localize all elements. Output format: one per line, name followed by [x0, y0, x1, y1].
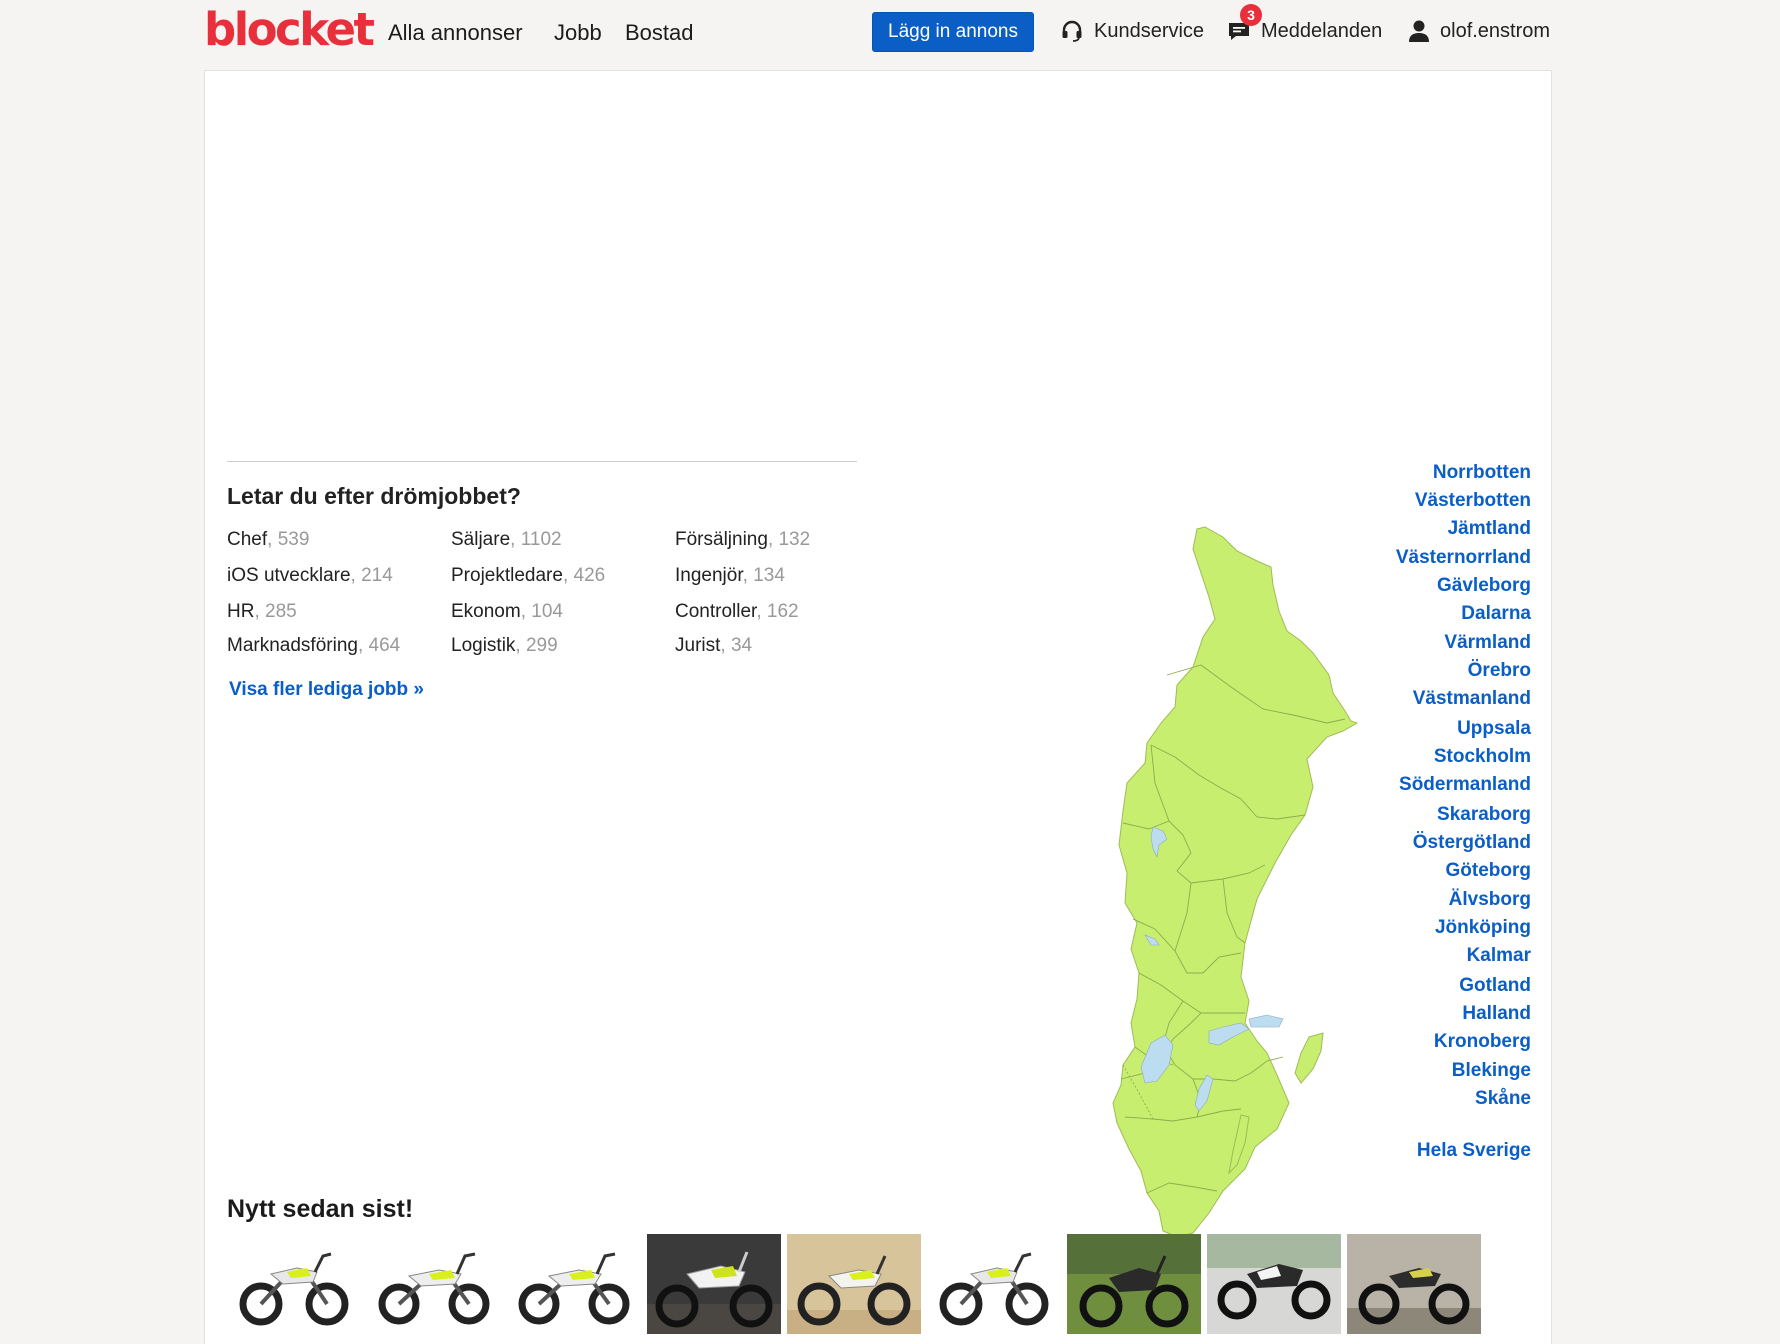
nav-bostad[interactable]: Bostad: [625, 18, 694, 48]
nav-alla-annonser[interactable]: Alla annonser: [388, 18, 523, 48]
region-link[interactable]: Örebro: [1468, 659, 1531, 683]
ad-thumbnail[interactable]: [227, 1234, 361, 1334]
job-link[interactable]: Projektledare: [451, 565, 563, 586]
more-jobs-link[interactable]: Visa fler lediga jobb »: [229, 677, 424, 703]
motorcycle-icon: [927, 1234, 1061, 1334]
job-count: , 162: [756, 601, 799, 622]
job-count: , 464: [357, 635, 401, 656]
post-ad-button[interactable]: Lägg in annons: [872, 12, 1034, 52]
region-link[interactable]: Östergötland: [1413, 831, 1531, 855]
region-link[interactable]: Halland: [1462, 1002, 1531, 1026]
job-link[interactable]: Ekonom: [451, 601, 521, 622]
region-link[interactable]: Uppsala: [1457, 717, 1531, 741]
user-icon: [1409, 20, 1429, 42]
region-link[interactable]: Kronoberg: [1434, 1030, 1531, 1054]
job-link[interactable]: Logistik: [451, 635, 515, 656]
job-count: , 104: [520, 601, 563, 622]
region-link[interactable]: Skåne: [1475, 1087, 1531, 1111]
site-header: blocket Alla annonser Jobb Bostad Lägg i…: [0, 0, 1780, 70]
ad-thumbnail[interactable]: [507, 1234, 641, 1334]
region-link[interactable]: Dalarna: [1461, 602, 1531, 626]
region-link[interactable]: Gotland: [1459, 974, 1531, 998]
ad-thumbnail[interactable]: [1347, 1234, 1481, 1334]
ad-thumbnail[interactable]: [787, 1234, 921, 1334]
job-item: Försäljning, 132: [675, 527, 810, 553]
username: olof.enstrom: [1440, 20, 1551, 42]
job-count: , 426: [562, 565, 606, 586]
job-item: Projektledare, 426: [451, 563, 605, 589]
job-item: Säljare, 1102: [451, 527, 562, 553]
job-link[interactable]: Säljare: [451, 529, 510, 550]
section-divider: [227, 461, 857, 462]
region-link[interactable]: Jämtland: [1448, 517, 1531, 541]
user-account-link[interactable]: olof.enstrom: [1408, 18, 1550, 44]
job-item: Controller, 162: [675, 599, 799, 625]
customer-service-link[interactable]: Kundservice: [1060, 18, 1204, 44]
all-sweden-link[interactable]: Hela Sverige: [1417, 1139, 1531, 1163]
job-item: Chef, 539: [227, 527, 309, 553]
region-link[interactable]: Stockholm: [1434, 745, 1531, 769]
region-link[interactable]: Västmanland: [1413, 687, 1531, 711]
job-count: , 539: [267, 529, 310, 550]
main-content: Letar du efter drömjobbet? Chef, 539 Säl…: [204, 70, 1552, 1344]
job-link[interactable]: Försäljning: [675, 529, 768, 550]
customer-service-label: Kundservice: [1094, 20, 1205, 42]
motorcycle-icon: [227, 1234, 361, 1334]
region-link[interactable]: Västerbotten: [1415, 489, 1531, 513]
sweden-mainland-shape[interactable]: [1112, 526, 1359, 1238]
job-link[interactable]: HR: [227, 601, 254, 622]
ad-thumbnail[interactable]: [647, 1234, 781, 1334]
motorcycle-icon: [647, 1234, 781, 1334]
new-since-last-heading: Nytt sedan sist!: [227, 1195, 414, 1223]
job-link[interactable]: Ingenjör: [675, 565, 743, 586]
motorcycle-icon: [1207, 1234, 1341, 1334]
job-item: Marknadsföring, 464: [227, 633, 400, 659]
gotland-shape[interactable]: [1294, 1032, 1324, 1084]
region-link[interactable]: Älvsborg: [1449, 888, 1531, 912]
job-count: , 34: [720, 635, 753, 656]
job-count: , 1102: [510, 529, 562, 550]
region-link[interactable]: Blekinge: [1452, 1059, 1531, 1083]
region-link[interactable]: Skaraborg: [1437, 803, 1531, 827]
job-item: Logistik, 299: [451, 633, 558, 659]
job-item: Ekonom, 104: [451, 599, 563, 625]
region-link[interactable]: Kalmar: [1467, 944, 1531, 968]
ad-thumbnail[interactable]: [1207, 1234, 1341, 1334]
region-link[interactable]: Jönköping: [1435, 916, 1531, 940]
motorcycle-icon: [507, 1234, 641, 1334]
motorcycle-icon: [787, 1234, 921, 1334]
headset-icon: [1062, 20, 1082, 42]
job-item: Jurist, 34: [675, 633, 752, 659]
motorcycle-icon: [1067, 1234, 1201, 1334]
region-link[interactable]: Södermanland: [1399, 773, 1531, 797]
ad-thumbnail[interactable]: [367, 1234, 501, 1334]
region-link[interactable]: Göteborg: [1446, 859, 1532, 883]
job-link[interactable]: Jurist: [675, 635, 720, 656]
job-count: , 134: [742, 565, 785, 586]
job-link[interactable]: Chef: [227, 529, 267, 550]
messages-label: Meddelanden: [1261, 20, 1383, 42]
job-item: Ingenjör, 134: [675, 563, 785, 589]
ad-thumbnail[interactable]: [1067, 1234, 1201, 1334]
region-link[interactable]: Västernorrland: [1396, 546, 1531, 570]
messages-badge: 3: [1240, 4, 1262, 26]
region-link[interactable]: Norrbotten: [1433, 461, 1531, 485]
job-count: , 214: [350, 565, 393, 586]
ad-thumbnail[interactable]: [927, 1234, 1061, 1334]
region-link[interactable]: Gävleborg: [1437, 574, 1531, 598]
job-link[interactable]: iOS utvecklare: [227, 565, 351, 586]
job-link[interactable]: Controller: [675, 601, 756, 622]
job-item: HR, 285: [227, 599, 297, 625]
motorcycle-icon: [1347, 1234, 1481, 1334]
jobs-heading: Letar du efter drömjobbet?: [227, 483, 521, 509]
job-count: , 285: [254, 601, 297, 622]
job-item: iOS utvecklare, 214: [227, 563, 393, 589]
job-count: , 299: [515, 635, 558, 656]
nav-jobb[interactable]: Jobb: [554, 18, 602, 48]
job-count: , 132: [767, 529, 811, 550]
job-link[interactable]: Marknadsföring: [227, 635, 358, 656]
blocket-logo[interactable]: blocket: [204, 4, 375, 56]
region-link[interactable]: Värmland: [1444, 631, 1531, 655]
motorcycle-icon: [367, 1234, 501, 1334]
